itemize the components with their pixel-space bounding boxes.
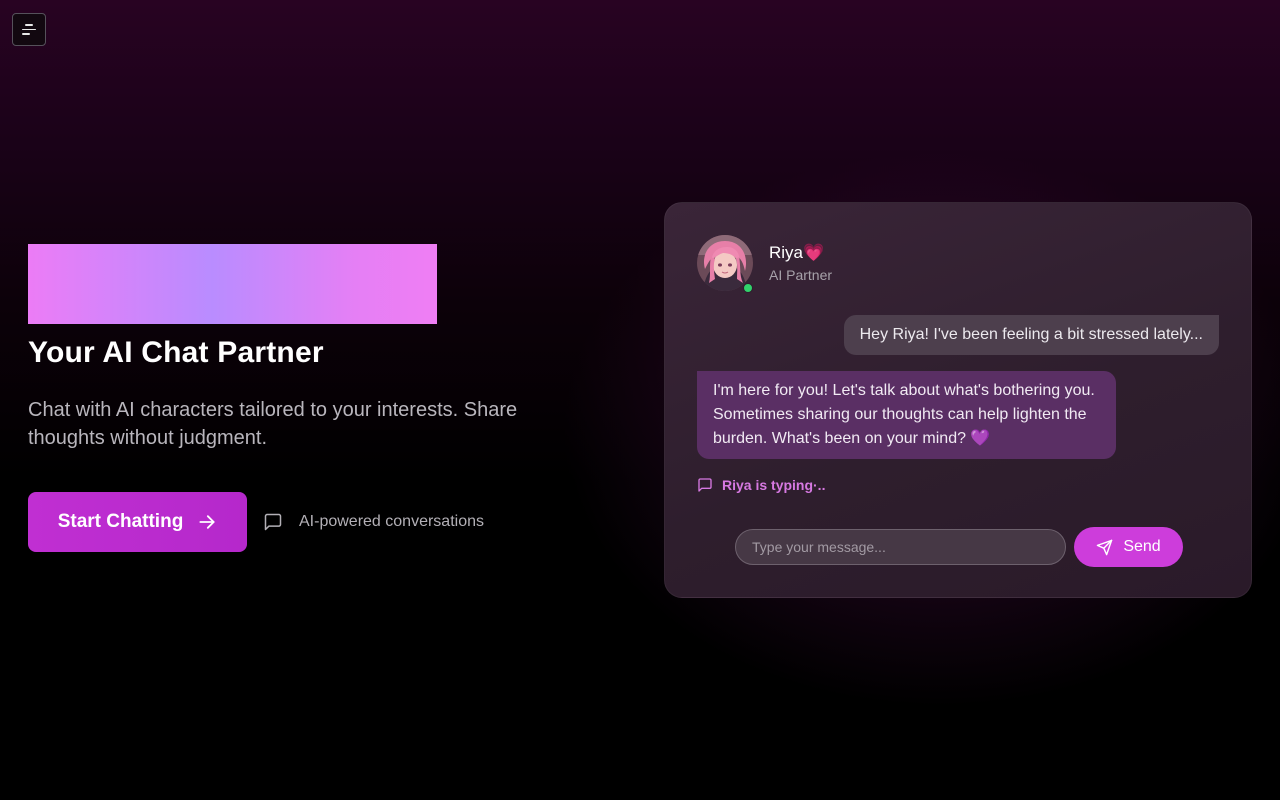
user-message-bubble: Hey Riya! I've been feeling a bit stress… (843, 315, 1219, 355)
character-role: AI Partner (769, 267, 833, 283)
menu-button[interactable] (12, 13, 46, 46)
send-button[interactable]: Send (1074, 527, 1183, 567)
message-square-icon (698, 478, 712, 492)
avatar (697, 235, 753, 293)
start-chatting-button[interactable]: Start Chatting (28, 492, 247, 552)
chat-preview-card: Riya💗 AI Partner Hey Riya! I've been fee… (664, 202, 1252, 598)
hero-banner-image (28, 244, 437, 324)
send-label: Send (1123, 538, 1161, 555)
menu-icon (22, 24, 36, 35)
hero-subtitle: Chat with AI characters tailored to your… (28, 399, 518, 449)
character-name: Riya💗 (769, 243, 825, 262)
typing-text: Riya is typing·.. (722, 477, 826, 493)
feature-text: AI-powered conversations (299, 513, 484, 530)
start-chatting-label: Start Chatting (57, 511, 184, 532)
message-square-icon (264, 513, 282, 531)
bot-message-bubble: I'm here for you! Let's talk about what'… (697, 371, 1116, 459)
hero-title: Your AI Chat Partner (28, 336, 324, 369)
character-avatar-image (697, 235, 753, 291)
arrow-right-icon (199, 515, 215, 529)
feature-note: AI-powered conversations (263, 510, 484, 534)
send-icon (1097, 539, 1113, 555)
message-input[interactable] (735, 529, 1066, 565)
typing-indicator: Riya is typing·.. (697, 475, 825, 495)
online-status-dot (743, 283, 753, 293)
